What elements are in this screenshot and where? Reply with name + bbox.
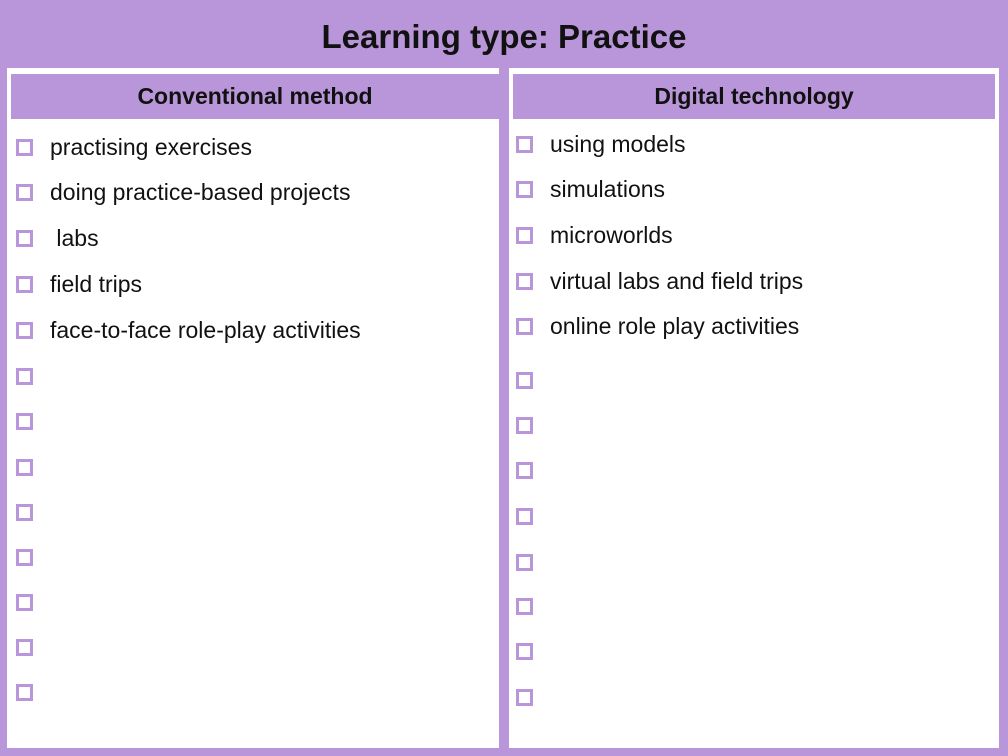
list-item: microworlds: [516, 220, 673, 250]
square-bullet-icon: [516, 180, 533, 198]
square-bullet-icon: [516, 135, 533, 153]
square-bullet-icon: [16, 229, 33, 247]
column-header-digital: Digital technology: [513, 74, 995, 119]
list-item: [516, 455, 550, 485]
list-item: practising exercises: [16, 132, 252, 162]
square-bullet-icon: [16, 183, 33, 201]
square-bullet-icon: [16, 412, 33, 430]
list-item: [16, 497, 50, 527]
list-item: [16, 677, 50, 707]
square-bullet-icon: [516, 272, 533, 290]
list-item: [516, 365, 550, 395]
list-item-label: practising exercises: [50, 133, 252, 160]
square-bullet-icon: [516, 371, 533, 389]
list-item-label: virtual labs and field trips: [550, 267, 804, 294]
list-item: simulations: [516, 174, 665, 204]
list-item: online role play activities: [516, 311, 799, 341]
square-bullet-icon: [16, 275, 33, 293]
list-item-label: field trips: [50, 270, 143, 297]
list-item: [516, 547, 550, 577]
list-item: labs: [16, 223, 99, 253]
square-bullet-icon: [16, 593, 33, 611]
square-bullet-icon: [516, 553, 533, 571]
square-bullet-icon: [16, 321, 33, 339]
list-item: using models: [516, 129, 686, 159]
list-item: [516, 591, 550, 621]
square-bullet-icon: [516, 507, 533, 525]
square-bullet-icon: [16, 548, 33, 566]
square-bullet-icon: [516, 597, 533, 615]
list-item: [16, 452, 50, 482]
column-header-conventional: Conventional method: [11, 74, 499, 119]
list-item: [16, 632, 50, 662]
square-bullet-icon: [16, 458, 33, 476]
list-item-label: labs: [50, 224, 99, 251]
square-bullet-icon: [516, 642, 533, 660]
list-item: doing practice-based projects: [16, 177, 350, 207]
list-item: [516, 636, 550, 666]
list-item-label: simulations: [550, 175, 666, 202]
list-item: [516, 682, 550, 712]
conventional-method-panel: Conventional method practising exercises…: [7, 68, 499, 748]
square-bullet-icon: [16, 367, 33, 385]
list-item-label: doing practice-based projects: [50, 178, 351, 205]
list-item-label: using models: [550, 130, 686, 157]
list-item-label: online role play activities: [550, 312, 800, 339]
list-item: face-to-face role-play activities: [16, 315, 361, 345]
square-bullet-icon: [516, 226, 533, 244]
list-item: [516, 501, 550, 531]
square-bullet-icon: [16, 683, 33, 701]
square-bullet-icon: [16, 138, 33, 156]
list-item: [16, 542, 50, 572]
list-item: [16, 587, 50, 617]
digital-technology-panel: Digital technology using models simulatio…: [509, 68, 999, 748]
list-item: field trips: [16, 269, 142, 299]
list-item: [516, 410, 550, 440]
square-bullet-icon: [16, 638, 33, 656]
list-item: [16, 406, 50, 436]
list-item-label: face-to-face role-play activities: [50, 316, 361, 343]
square-bullet-icon: [516, 688, 533, 706]
square-bullet-icon: [516, 317, 533, 335]
square-bullet-icon: [516, 416, 533, 434]
list-item-label: microworlds: [550, 221, 673, 248]
square-bullet-icon: [16, 503, 33, 521]
list-item: [16, 361, 50, 391]
slide-title: Learning type: Practice: [321, 18, 687, 55]
square-bullet-icon: [516, 461, 533, 479]
list-item: virtual labs and field trips: [516, 266, 803, 296]
